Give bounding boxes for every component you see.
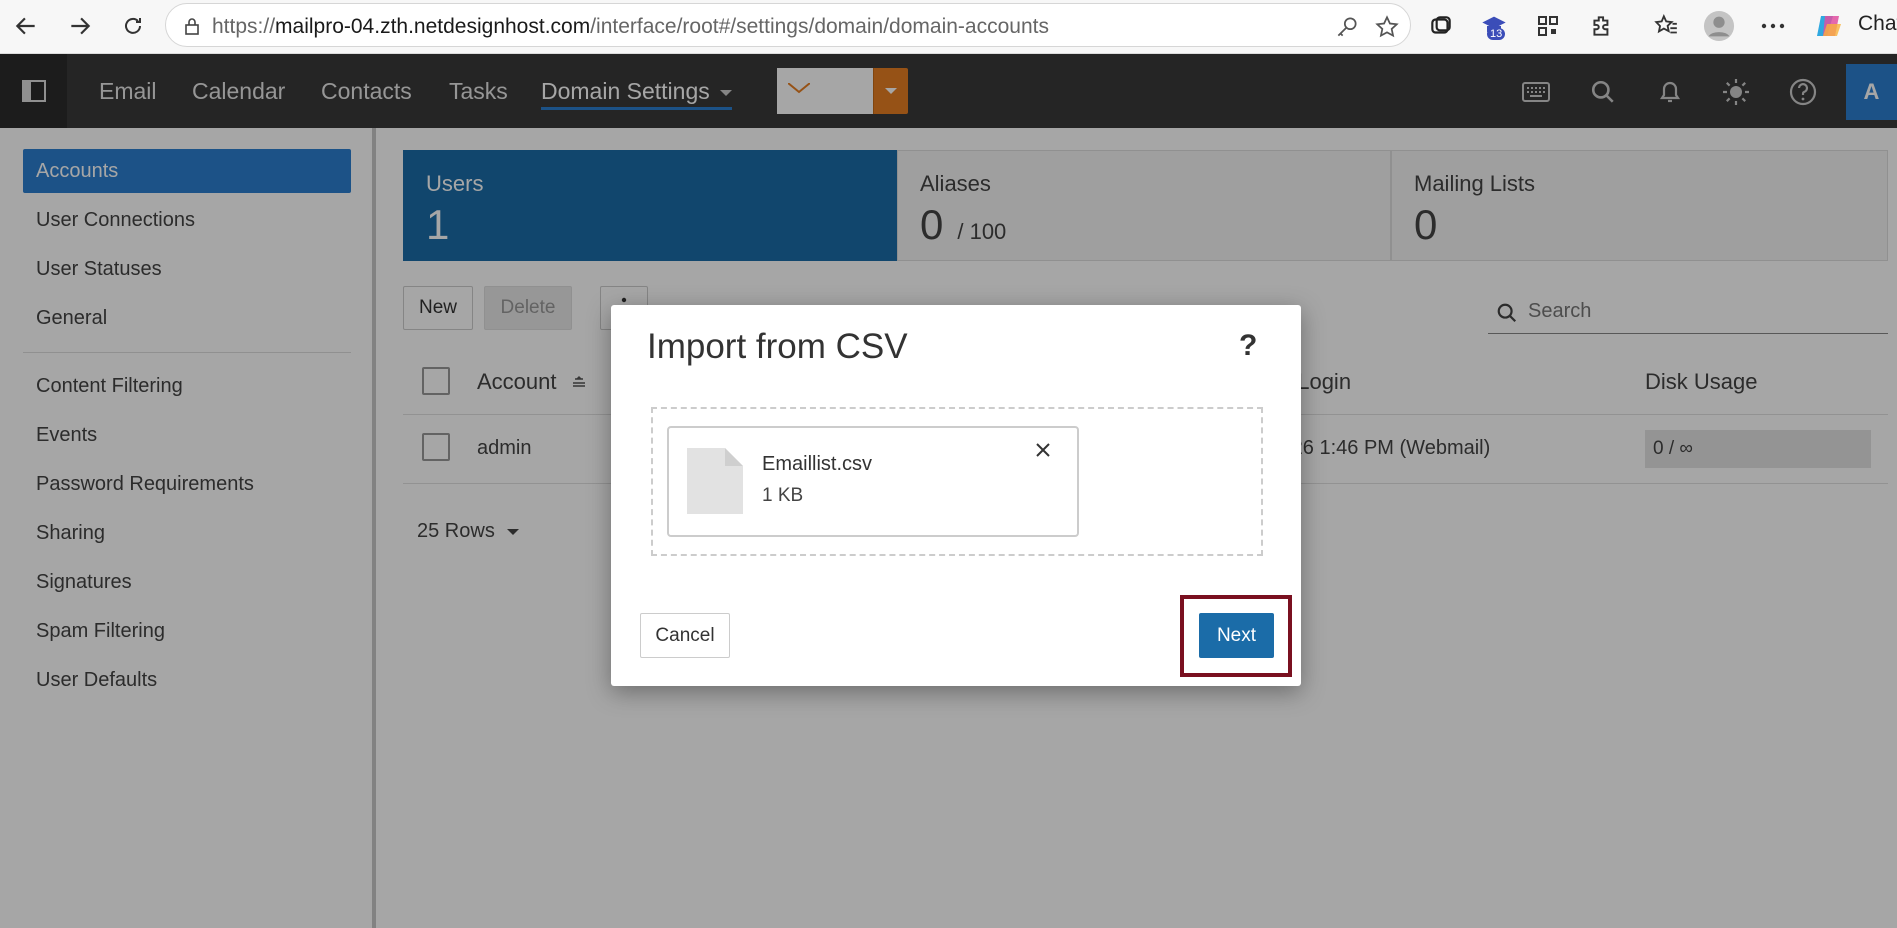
cancel-button[interactable]: Cancel: [640, 613, 730, 658]
file-name: Emaillist.csv: [762, 453, 873, 475]
help-icon[interactable]: ?: [1239, 329, 1257, 363]
file-card: Emaillist.csv 1 KB: [667, 426, 1079, 537]
dialog-title: Import from CSV: [647, 327, 908, 366]
import-csv-dialog: Import from CSV ? Emaillist.csv 1 KB Can…: [611, 305, 1301, 686]
remove-file-close-icon[interactable]: [1035, 442, 1051, 458]
next-button[interactable]: Next: [1199, 613, 1274, 658]
modal-overlay: Import from CSV ? Emaillist.csv 1 KB Can…: [0, 0, 1897, 928]
file-size: 1 KB: [762, 485, 804, 506]
file-icon: [687, 448, 743, 514]
